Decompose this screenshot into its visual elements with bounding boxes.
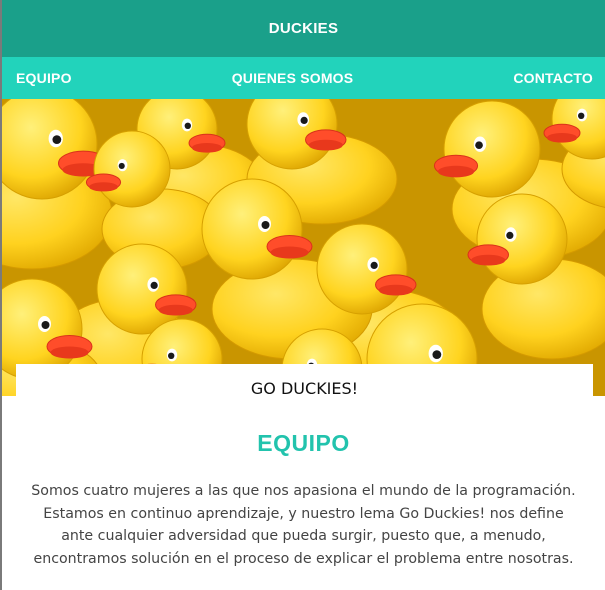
nav-link-equipo[interactable]: EQUIPO [16, 70, 72, 86]
section-description: Somos cuatro mujeres a las que nos apasi… [31, 483, 576, 567]
rubber-ducks-photo [2, 99, 605, 396]
brand-title[interactable]: DUCKIES [269, 20, 339, 37]
nav-link-contacto[interactable]: CONTACTO [513, 70, 593, 86]
site-header: DUCKIES [2, 0, 605, 57]
main-nav: EQUIPO QUIENES SOMOS CONTACTO [2, 57, 605, 99]
hero-image [2, 99, 605, 396]
tagline: GO DUCKIES! [250, 378, 359, 398]
nav-link-quienes-somos[interactable]: QUIENES SOMOS [232, 70, 354, 86]
tagline-card: GO DUCKIES! [16, 364, 593, 412]
section-title: EQUIPO [257, 430, 350, 456]
